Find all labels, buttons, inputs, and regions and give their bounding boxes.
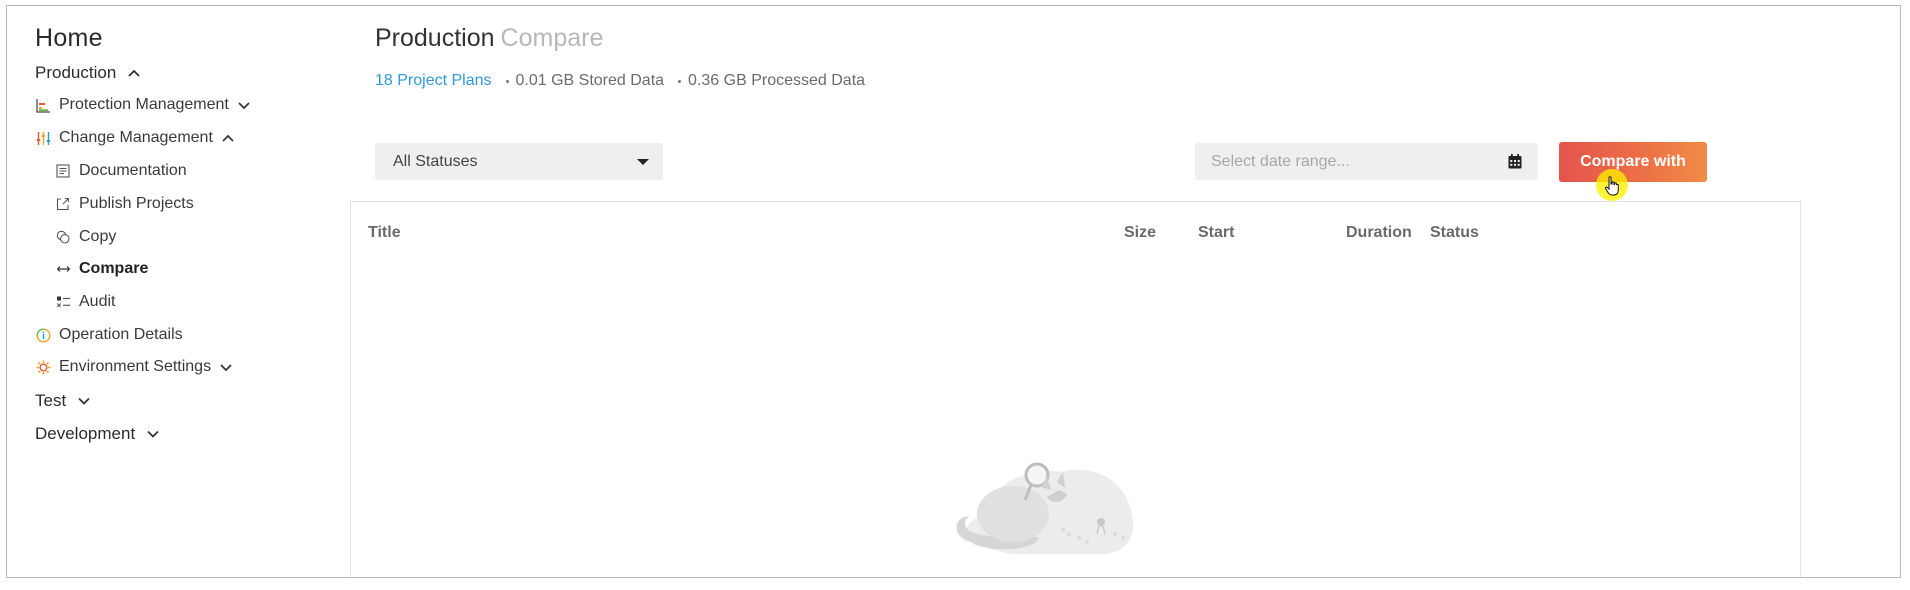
app-window: Home Production Protection Management Ch… [6, 5, 1901, 578]
chevron-down-icon [220, 364, 232, 372]
bar-chart-icon [35, 97, 51, 113]
sidebar-item-protection-management[interactable]: Protection Management [35, 96, 251, 114]
project-plans-link[interactable]: 18 Project Plans [375, 72, 492, 90]
sliders-icon [35, 130, 51, 146]
sidebar-item-environment-settings[interactable]: Environment Settings [35, 358, 233, 376]
sidebar-item-label: Compare [79, 260, 149, 277]
env-production[interactable]: Production [35, 63, 142, 83]
date-range-placeholder: Select date range... [1211, 152, 1350, 170]
calendar-icon[interactable] [1508, 154, 1522, 174]
env-development[interactable]: Development [35, 424, 161, 444]
column-header-status[interactable]: Status [1430, 224, 1479, 242]
page-title-environment: Production [375, 24, 495, 52]
sidebar-item-label: Protection Management [59, 96, 229, 113]
column-header-size[interactable]: Size [1124, 224, 1156, 242]
publish-icon [55, 196, 71, 212]
results-table: Title Size Start Duration Status [350, 201, 1801, 577]
sidebar-item-label: Audit [79, 293, 116, 310]
stats-bar: 18 Project Plans 0.01 GB Stored Data 0.3… [375, 72, 865, 90]
main-content: Production Compare 18 Project Plans 0.01 … [350, 6, 1895, 577]
sidebar-item-label: Documentation [79, 162, 187, 179]
sidebar-item-label: Operation Details [59, 326, 183, 343]
sidebar-item-audit[interactable]: Audit [55, 293, 115, 311]
document-icon [55, 163, 71, 179]
stored-data-stat: 0.01 GB Stored Data [515, 72, 665, 89]
env-development-label: Development [35, 424, 136, 443]
sidebar-item-publish-projects[interactable]: Publish Projects [55, 195, 194, 213]
separator-dot [505, 79, 509, 83]
caret-down-icon [637, 159, 649, 165]
column-header-title[interactable]: Title [368, 224, 401, 242]
sidebar-item-change-management[interactable]: Change Management [35, 129, 235, 147]
home-link[interactable]: Home [35, 24, 103, 53]
chevron-up-icon [222, 134, 234, 142]
sidebar-item-label: Copy [79, 228, 117, 245]
audit-list-icon [55, 294, 71, 310]
chevron-up-icon [128, 69, 140, 77]
sidebar-item-documentation[interactable]: Documentation [55, 162, 187, 180]
hand-pointer-icon [1604, 176, 1619, 196]
compare-arrows-icon [55, 261, 71, 277]
sidebar-item-label: Environment Settings [59, 358, 212, 375]
column-header-start[interactable]: Start [1198, 224, 1234, 242]
env-production-label: Production [35, 63, 117, 82]
column-header-duration[interactable]: Duration [1346, 224, 1412, 242]
chevron-down-icon [78, 397, 90, 405]
page-title-section: Compare [500, 24, 604, 52]
date-range-input[interactable]: Select date range... [1195, 143, 1538, 180]
status-filter-dropdown[interactable]: All Statuses [375, 143, 663, 180]
copy-icon [55, 229, 71, 245]
sidebar-item-compare[interactable]: Compare [55, 260, 148, 278]
env-test[interactable]: Test [35, 391, 92, 411]
chevron-down-icon [238, 102, 250, 110]
info-circle-icon [35, 327, 51, 343]
status-filter-value: All Statuses [393, 152, 478, 170]
chevron-down-icon [147, 430, 159, 438]
sidebar-item-label: Change Management [59, 129, 213, 146]
page-title: Production Compare [375, 24, 603, 53]
gear-icon [35, 359, 51, 375]
empty-state-cat-illustration [956, 462, 1134, 554]
sidebar-item-copy[interactable]: Copy [55, 228, 116, 246]
compare-with-button[interactable]: Compare with [1559, 142, 1707, 182]
separator-dot [678, 79, 682, 83]
sidebar-item-label: Publish Projects [79, 195, 194, 212]
sidebar-item-operation-details[interactable]: Operation Details [35, 326, 183, 344]
processed-data-stat: 0.36 GB Processed Data [688, 72, 866, 89]
env-test-label: Test [35, 391, 67, 410]
